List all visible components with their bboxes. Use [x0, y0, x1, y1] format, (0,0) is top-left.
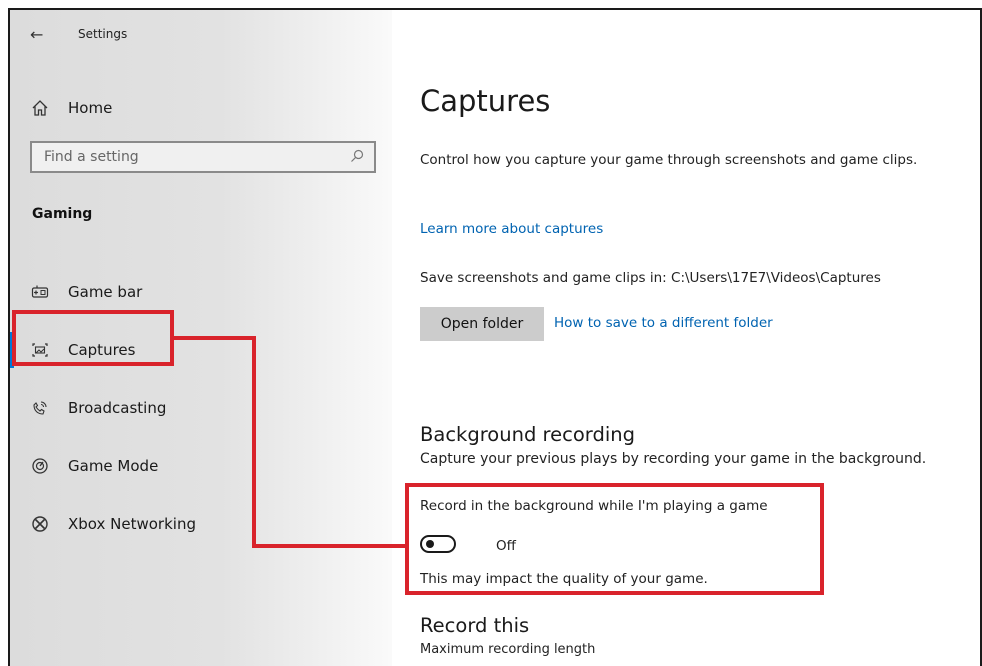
sidebar-item-xbox-networking[interactable]: Xbox Networking: [10, 504, 392, 544]
sidebar-item-label: Home: [68, 99, 113, 117]
highlight-box-background-recording: [405, 483, 824, 595]
sidebar-item-home[interactable]: Home: [10, 88, 392, 128]
section-header: Gaming: [32, 206, 93, 222]
how-to-save-link[interactable]: How to save to a different folder: [554, 315, 773, 331]
xbox-icon: [30, 515, 50, 533]
home-icon: [30, 99, 50, 117]
search-input[interactable]: [42, 148, 326, 166]
frame-border: [8, 8, 10, 666]
game-mode-icon: [30, 457, 50, 475]
background-recording-heading: Background recording: [420, 423, 635, 446]
sidebar-item-label: Broadcasting: [68, 399, 167, 417]
search-icon[interactable]: [350, 148, 364, 167]
open-folder-button[interactable]: Open folder: [420, 307, 544, 341]
connector-line: [252, 544, 408, 548]
connector-line: [252, 336, 256, 548]
broadcasting-icon: [30, 399, 50, 417]
frame-border: [8, 8, 982, 10]
save-location-text: Save screenshots and game clips in: C:\U…: [420, 270, 881, 286]
sidebar-item-label: Xbox Networking: [68, 515, 196, 533]
game-bar-icon: [30, 284, 50, 300]
arrow-left-icon[interactable]: ←: [30, 25, 56, 44]
sidebar-item-label: Game bar: [68, 283, 143, 301]
sidebar-item-game-mode[interactable]: Game Mode: [10, 446, 392, 486]
connector-line: [171, 336, 256, 340]
window-title: Settings: [78, 27, 128, 41]
record-this-heading: Record this: [420, 614, 530, 637]
title-bar: ← Settings: [30, 24, 127, 44]
sidebar-item-broadcasting[interactable]: Broadcasting: [10, 388, 392, 428]
max-recording-length-label: Maximum recording length: [420, 642, 596, 657]
sidebar-item-label: Game Mode: [68, 457, 159, 475]
sidebar-item-game-bar[interactable]: Game bar: [10, 272, 392, 312]
search-box[interactable]: [30, 141, 376, 173]
highlight-box-captures: [12, 310, 174, 366]
page-title: Captures: [420, 84, 551, 118]
learn-more-link[interactable]: Learn more about captures: [420, 221, 603, 237]
background-recording-description: Capture your previous plays by recording…: [420, 451, 927, 467]
page-description: Control how you capture your game throug…: [420, 152, 918, 168]
